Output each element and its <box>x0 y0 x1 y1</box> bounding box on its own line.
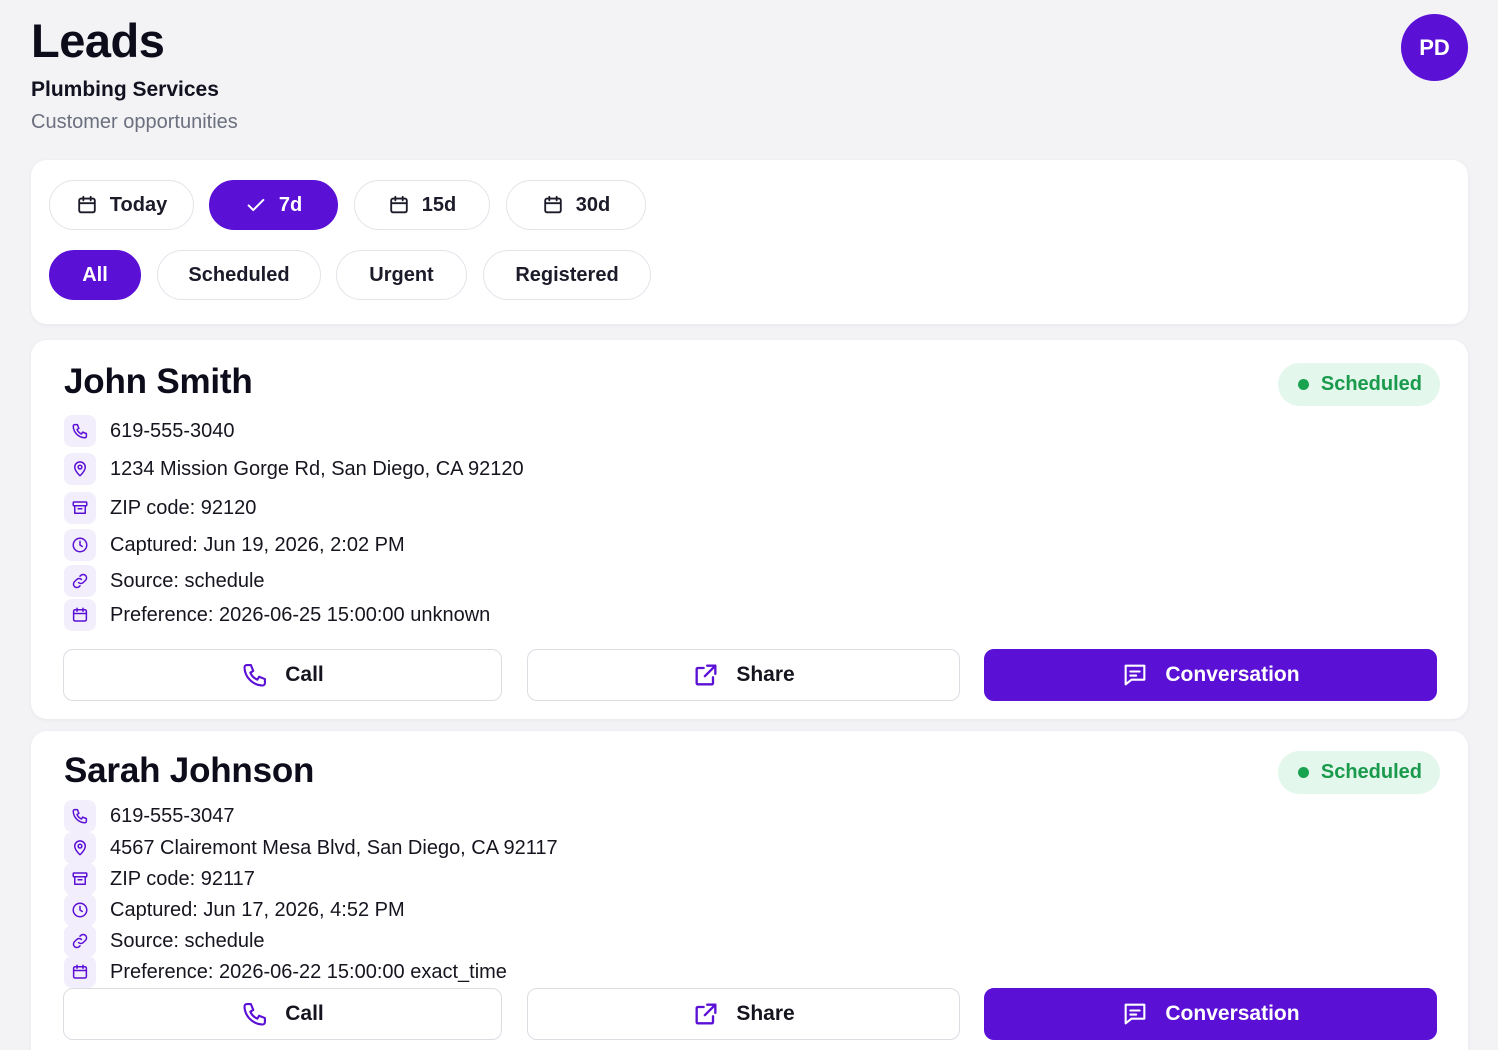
calendar-icon <box>78 195 96 214</box>
clock-icon <box>64 529 96 561</box>
phone-icon <box>64 800 96 832</box>
lead-source-row: Source: schedule <box>64 925 265 957</box>
link-icon <box>64 925 96 957</box>
lead-zip: ZIP code: 92120 <box>110 496 257 519</box>
lead-zip-row: ZIP code: 92117 <box>64 863 255 895</box>
status-filter-scheduled[interactable]: Scheduled <box>157 250 321 300</box>
status-badge: Scheduled <box>1277 363 1440 406</box>
phone-icon <box>243 1003 267 1026</box>
lead-phone-row: 619-555-3040 <box>64 415 235 447</box>
page-title: Leads <box>31 14 165 67</box>
lead-preference-row: Preference: 2026-06-22 15:00:00 exact_ti… <box>64 956 507 988</box>
call-button[interactable]: Call <box>63 649 502 701</box>
lead-preference: Preference: 2026-06-22 15:00:00 exact_ti… <box>110 960 507 983</box>
status-dot <box>1297 379 1309 390</box>
date-filter-label: 7d <box>278 193 303 216</box>
share-button[interactable]: Share <box>527 988 960 1040</box>
date-filter-label: 15d <box>421 193 457 216</box>
calendar-icon <box>64 599 96 631</box>
archive-icon <box>64 863 96 895</box>
conversation-button-label: Conversation <box>1165 663 1300 686</box>
lead-address: 4567 Clairemont Mesa Blvd, San Diego, CA… <box>110 836 558 859</box>
conversation-button-label: Conversation <box>1165 1002 1300 1025</box>
external-link-icon <box>695 1003 717 1025</box>
status-filter-registered[interactable]: Registered <box>483 250 651 300</box>
calendar-icon <box>544 195 562 214</box>
lead-card: John Smith Scheduled 619-555-3040 1234 M… <box>31 340 1468 719</box>
lead-zip: ZIP code: 92117 <box>110 867 255 890</box>
lead-captured: Captured: Jun 17, 2026, 4:52 PM <box>110 898 405 921</box>
lead-phone[interactable]: 619-555-3047 <box>110 805 235 828</box>
lead-source-row: Source: schedule <box>64 565 265 597</box>
phone-icon <box>243 664 267 687</box>
status-badge-label: Scheduled <box>1320 761 1422 783</box>
calendar-icon <box>64 956 96 988</box>
filter-panel: Today 7d 15d 30d All Scheduled Urgent Re… <box>31 160 1468 324</box>
status-badge: Scheduled <box>1277 751 1440 794</box>
status-filter-label: All <box>82 263 108 286</box>
message-icon <box>1125 664 1146 686</box>
business-name: Plumbing Services <box>31 78 219 101</box>
avatar[interactable]: PD <box>1401 14 1468 81</box>
status-filter-urgent[interactable]: Urgent <box>336 250 467 300</box>
conversation-button[interactable]: Conversation <box>984 988 1437 1040</box>
call-button[interactable]: Call <box>63 988 502 1040</box>
status-filter-all[interactable]: All <box>49 250 141 300</box>
lead-source: Source: schedule <box>110 929 265 952</box>
lead-preference: Preference: 2026-06-25 15:00:00 unknown <box>110 603 491 626</box>
check-icon <box>247 198 265 212</box>
conversation-button[interactable]: Conversation <box>984 649 1437 701</box>
status-filter-label: Urgent <box>369 263 434 286</box>
map-pin-icon <box>64 832 96 864</box>
lead-address-row: 4567 Clairemont Mesa Blvd, San Diego, CA… <box>64 832 558 864</box>
lead-source: Source: schedule <box>110 569 265 592</box>
lead-address-row: 1234 Mission Gorge Rd, San Diego, CA 921… <box>64 453 524 485</box>
date-filter-15d[interactable]: 15d <box>354 180 490 230</box>
date-filter-today[interactable]: Today <box>49 180 194 230</box>
lead-card: Sarah Johnson Scheduled 619-555-3047 456… <box>31 731 1468 1050</box>
date-filter-7d[interactable]: 7d <box>209 180 338 230</box>
date-filter-label: Today <box>109 193 168 216</box>
date-filter-label: 30d <box>575 193 611 216</box>
date-filter-30d[interactable]: 30d <box>506 180 646 230</box>
status-filter-label: Scheduled <box>188 263 290 286</box>
lead-preference-row: Preference: 2026-06-25 15:00:00 unknown <box>64 599 490 631</box>
lead-captured-row: Captured: Jun 19, 2026, 2:02 PM <box>64 529 405 561</box>
call-button-label: Call <box>285 663 324 686</box>
share-button-label: Share <box>736 1002 795 1025</box>
lead-captured-row: Captured: Jun 17, 2026, 4:52 PM <box>64 894 405 926</box>
archive-icon <box>64 492 96 524</box>
share-button-label: Share <box>736 663 795 686</box>
lead-phone[interactable]: 619-555-3040 <box>110 420 235 443</box>
page-subtitle: Customer opportunities <box>31 111 238 133</box>
status-badge-label: Scheduled <box>1320 373 1422 395</box>
message-icon <box>1125 1003 1146 1025</box>
phone-icon <box>64 415 96 447</box>
status-filter-label: Registered <box>515 263 619 286</box>
call-button-label: Call <box>285 1002 324 1025</box>
share-button[interactable]: Share <box>527 649 960 701</box>
link-icon <box>64 565 96 597</box>
lead-zip-row: ZIP code: 92120 <box>64 492 256 524</box>
lead-captured: Captured: Jun 19, 2026, 2:02 PM <box>110 533 405 556</box>
lead-name: Sarah Johnson <box>64 751 315 790</box>
lead-phone-row: 619-555-3047 <box>64 800 235 832</box>
map-pin-icon <box>64 453 96 485</box>
lead-name: John Smith <box>64 362 253 401</box>
clock-icon <box>64 894 96 926</box>
calendar-icon <box>390 195 408 214</box>
status-dot <box>1297 767 1309 778</box>
page-header: Leads Plumbing Services Customer opportu… <box>31 14 1468 144</box>
lead-address: 1234 Mission Gorge Rd, San Diego, CA 921… <box>110 457 524 480</box>
external-link-icon <box>695 664 717 686</box>
